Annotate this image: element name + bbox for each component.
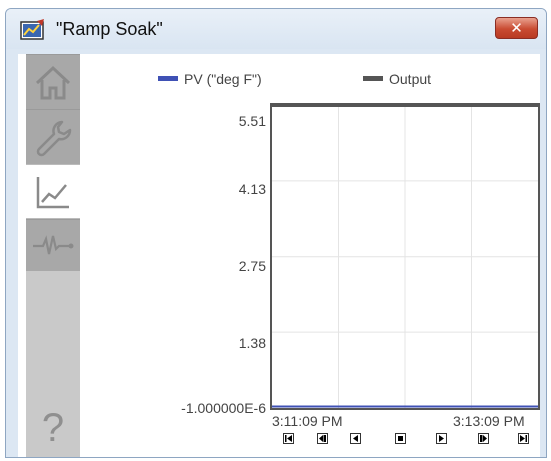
trend-plot-svg [272,105,538,408]
y-tick-label: 4.13 [238,181,266,197]
scroll-page-forward-button[interactable] [478,433,489,444]
y-tick-label: -1.000000E-6 [181,400,266,416]
stop-icon [398,436,403,441]
maintenance-button[interactable] [26,109,80,164]
legend-output-swatch [363,75,383,81]
scroll-first-button[interactable] [283,433,294,444]
skip-first-icon [285,435,292,442]
page-forward-icon [480,435,487,442]
legend-output-label: Output [389,71,432,87]
home-icon [35,65,71,100]
skip-last-icon [520,435,527,442]
close-button[interactable]: ✕ [495,17,538,39]
home-button[interactable] [26,54,80,109]
waveform-icon [33,234,74,254]
x-tick-label-end: 3:13:09 PM [453,413,525,429]
scroll-last-button[interactable] [518,433,529,444]
y-tick-label: 2.75 [238,258,266,274]
scroll-step-back-button[interactable] [350,433,361,444]
step-forward-icon [439,435,444,442]
legend-pv: PV ("deg F") [158,71,262,87]
page-back-icon [319,435,326,442]
y-tick-label: 5.51 [238,113,266,129]
trend-button[interactable] [26,164,80,219]
legend-pv-label: PV ("deg F") [184,71,262,87]
signal-button[interactable] [26,219,80,271]
help-button[interactable]: ? [26,374,80,457]
scroll-step-forward-button[interactable] [436,433,447,444]
y-tick-label: 1.38 [238,335,266,351]
trend-plot-area[interactable] [270,103,540,410]
faceplate-app-icon [20,19,44,40]
sidebar: ? [26,54,80,457]
title-bar[interactable]: "Ramp Soak" ✕ [6,9,546,49]
legend-output: Output [363,71,431,87]
x-tick-label-start: 3:11:09 PM [272,413,343,429]
legend-pv-swatch [158,75,178,81]
wrench-icon [36,120,72,157]
trend-chart-icon [36,176,69,208]
scroll-stop-button[interactable] [395,433,406,444]
window-title: "Ramp Soak" [56,19,163,39]
scroll-page-back-button[interactable] [317,433,328,444]
step-back-icon [353,435,358,442]
